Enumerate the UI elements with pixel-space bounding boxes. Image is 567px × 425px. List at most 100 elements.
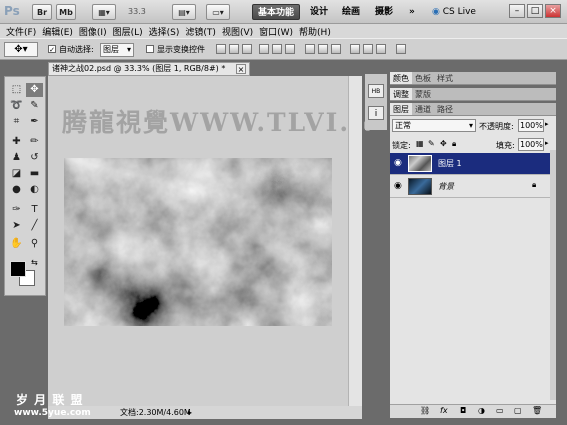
path-selection-tool-icon[interactable]: ➤ bbox=[8, 219, 25, 233]
lock-position-icon[interactable]: ✥ bbox=[440, 139, 447, 148]
maximize-button[interactable]: □ bbox=[527, 4, 543, 18]
menu-select[interactable]: 选择(S) bbox=[149, 25, 180, 38]
align-top-icon[interactable] bbox=[216, 44, 226, 54]
view-extras-button[interactable]: ▦▾ bbox=[92, 4, 116, 20]
lasso-tool-icon[interactable]: ➰ bbox=[8, 99, 25, 113]
cs-live-button[interactable]: ◉ CS Live bbox=[432, 5, 492, 19]
healing-brush-tool-icon[interactable]: ✚ bbox=[8, 135, 25, 149]
workspace-design[interactable]: 设计 bbox=[305, 4, 333, 20]
lock-image-icon[interactable]: ✎ bbox=[428, 139, 435, 148]
menu-image[interactable]: 图像(I) bbox=[79, 25, 107, 38]
auto-align-layers-icon[interactable] bbox=[396, 44, 406, 54]
adjustment-layer-icon[interactable]: ◑ bbox=[478, 406, 485, 415]
distribute-top-icon[interactable] bbox=[305, 44, 315, 54]
brush-tool-icon[interactable]: ✏ bbox=[26, 135, 43, 149]
minimize-button[interactable]: – bbox=[509, 4, 525, 18]
history-brush-tool-icon[interactable]: ↺ bbox=[26, 151, 43, 165]
tab-paths[interactable]: 路径 bbox=[434, 103, 456, 115]
visibility-eye-icon[interactable]: ◉ bbox=[394, 158, 402, 168]
layer-name[interactable]: 图层 1 bbox=[438, 158, 462, 169]
tab-channels[interactable]: 通道 bbox=[412, 103, 434, 115]
eyedropper-tool-icon[interactable]: ✒ bbox=[26, 115, 43, 129]
document-tab[interactable]: 诸神之战02.psd @ 33.3% (图层 1, RGB/8#) * bbox=[48, 62, 250, 76]
mini-bridge-button[interactable]: Mb bbox=[56, 4, 76, 20]
delete-layer-icon[interactable]: 🗑︎ bbox=[532, 406, 542, 415]
tab-styles[interactable]: 样式 bbox=[434, 72, 456, 84]
screen-mode-button[interactable]: ▭▾ bbox=[206, 4, 230, 20]
opacity-arrow-icon[interactable]: ▸ bbox=[545, 120, 549, 128]
tool-preset-picker[interactable]: ✥▾ bbox=[4, 42, 38, 57]
menu-layer[interactable]: 图层(L) bbox=[113, 25, 143, 38]
workspace-photography[interactable]: 摄影 bbox=[370, 4, 398, 20]
distribute-left-icon[interactable] bbox=[350, 44, 360, 54]
more-workspaces-button[interactable]: » bbox=[404, 4, 420, 20]
distribute-bottom-icon[interactable] bbox=[331, 44, 341, 54]
menu-window[interactable]: 窗口(W) bbox=[259, 25, 293, 38]
tab-masks[interactable]: 蒙版 bbox=[412, 88, 434, 100]
hand-tool-icon[interactable]: ✋ bbox=[8, 237, 25, 251]
layer-name[interactable]: 背景 bbox=[438, 181, 454, 192]
swap-colors-icon[interactable]: ⇆ bbox=[31, 258, 38, 267]
clone-stamp-tool-icon[interactable]: ♟ bbox=[8, 151, 25, 165]
layers-scrollbar[interactable] bbox=[550, 150, 556, 400]
move-tool-icon[interactable]: ✥ bbox=[26, 83, 43, 97]
align-hcenter-icon[interactable] bbox=[272, 44, 282, 54]
quick-select-tool-icon[interactable]: ✎ bbox=[26, 99, 43, 113]
layer-style-icon[interactable]: fx bbox=[440, 406, 448, 415]
show-transform-checkbox[interactable] bbox=[146, 45, 154, 53]
canvas-vertical-scrollbar[interactable] bbox=[348, 76, 362, 406]
tab-color[interactable]: 颜色 bbox=[390, 72, 412, 84]
new-group-icon[interactable]: ▭ bbox=[496, 406, 504, 415]
pen-tool-icon[interactable]: ✑ bbox=[8, 203, 25, 217]
menu-view[interactable]: 视图(V) bbox=[222, 25, 253, 38]
menu-file[interactable]: 文件(F) bbox=[6, 25, 36, 38]
menu-edit[interactable]: 编辑(E) bbox=[42, 25, 73, 38]
link-layers-icon[interactable]: ⛓ bbox=[420, 406, 430, 415]
gradient-tool-icon[interactable]: ▬ bbox=[26, 167, 43, 181]
tab-swatches[interactable]: 色板 bbox=[412, 72, 434, 84]
dodge-tool-icon[interactable]: ◐ bbox=[26, 183, 43, 197]
new-layer-icon[interactable]: ▢ bbox=[514, 406, 522, 415]
align-bottom-icon[interactable] bbox=[242, 44, 252, 54]
close-document-icon[interactable]: × bbox=[236, 64, 246, 74]
info-icon[interactable]: i bbox=[368, 106, 384, 120]
distribute-right-icon[interactable] bbox=[376, 44, 386, 54]
eraser-tool-icon[interactable]: ◪ bbox=[8, 167, 25, 181]
visibility-eye-icon[interactable]: ◉ bbox=[394, 181, 402, 191]
auto-select-dropdown[interactable]: 图层 ▾ bbox=[100, 43, 134, 57]
type-tool-icon[interactable]: T bbox=[26, 203, 43, 217]
arrange-documents-button[interactable]: ▤▾ bbox=[172, 4, 196, 20]
zoom-level[interactable]: 33.3 bbox=[122, 5, 164, 19]
blur-tool-icon[interactable]: ● bbox=[8, 183, 25, 197]
lock-transparent-icon[interactable]: ▦ bbox=[416, 139, 424, 148]
fill-arrow-icon[interactable]: ▸ bbox=[545, 139, 549, 147]
close-button[interactable]: × bbox=[545, 4, 561, 18]
tab-layers[interactable]: 图层 bbox=[390, 103, 412, 115]
workspace-essentials[interactable]: 基本功能 bbox=[252, 4, 301, 20]
distribute-vcenter-icon[interactable] bbox=[318, 44, 328, 54]
align-right-icon[interactable] bbox=[285, 44, 295, 54]
opacity-input[interactable]: 100% bbox=[518, 119, 544, 132]
bridge-button[interactable]: Br bbox=[32, 4, 52, 20]
add-mask-icon[interactable]: ◘ bbox=[460, 406, 466, 415]
marquee-tool-icon[interactable]: ⬚ bbox=[8, 83, 25, 97]
zoom-tool-icon[interactable]: ⚲ bbox=[26, 237, 43, 251]
tab-adjustments[interactable]: 调整 bbox=[390, 88, 412, 100]
lock-all-icon[interactable]: 🔒︎ bbox=[452, 139, 456, 149]
align-vcenter-icon[interactable] bbox=[229, 44, 239, 54]
workspace-painting[interactable]: 绘画 bbox=[337, 4, 365, 20]
layer-row[interactable]: ◉ 背景 🔒︎ bbox=[390, 176, 550, 198]
fill-input[interactable]: 100% bbox=[518, 138, 544, 151]
blend-mode-dropdown[interactable]: 正常 ▾ bbox=[392, 119, 476, 132]
crop-tool-icon[interactable]: ⌗ bbox=[8, 115, 25, 129]
auto-select-checkbox[interactable]: ✓ bbox=[48, 45, 56, 54]
layer-row[interactable]: ◉ 图层 1 bbox=[390, 153, 550, 175]
histogram-icon[interactable]: HB bbox=[368, 84, 384, 98]
distribute-hcenter-icon[interactable] bbox=[363, 44, 373, 54]
menu-filter[interactable]: 滤镜(T) bbox=[185, 25, 216, 38]
canvas-image[interactable] bbox=[64, 158, 332, 326]
align-left-icon[interactable] bbox=[259, 44, 269, 54]
status-arrow-icon[interactable]: ▸ bbox=[188, 406, 192, 419]
menu-help[interactable]: 帮助(H) bbox=[299, 25, 331, 38]
line-tool-icon[interactable]: ╱ bbox=[26, 219, 43, 233]
